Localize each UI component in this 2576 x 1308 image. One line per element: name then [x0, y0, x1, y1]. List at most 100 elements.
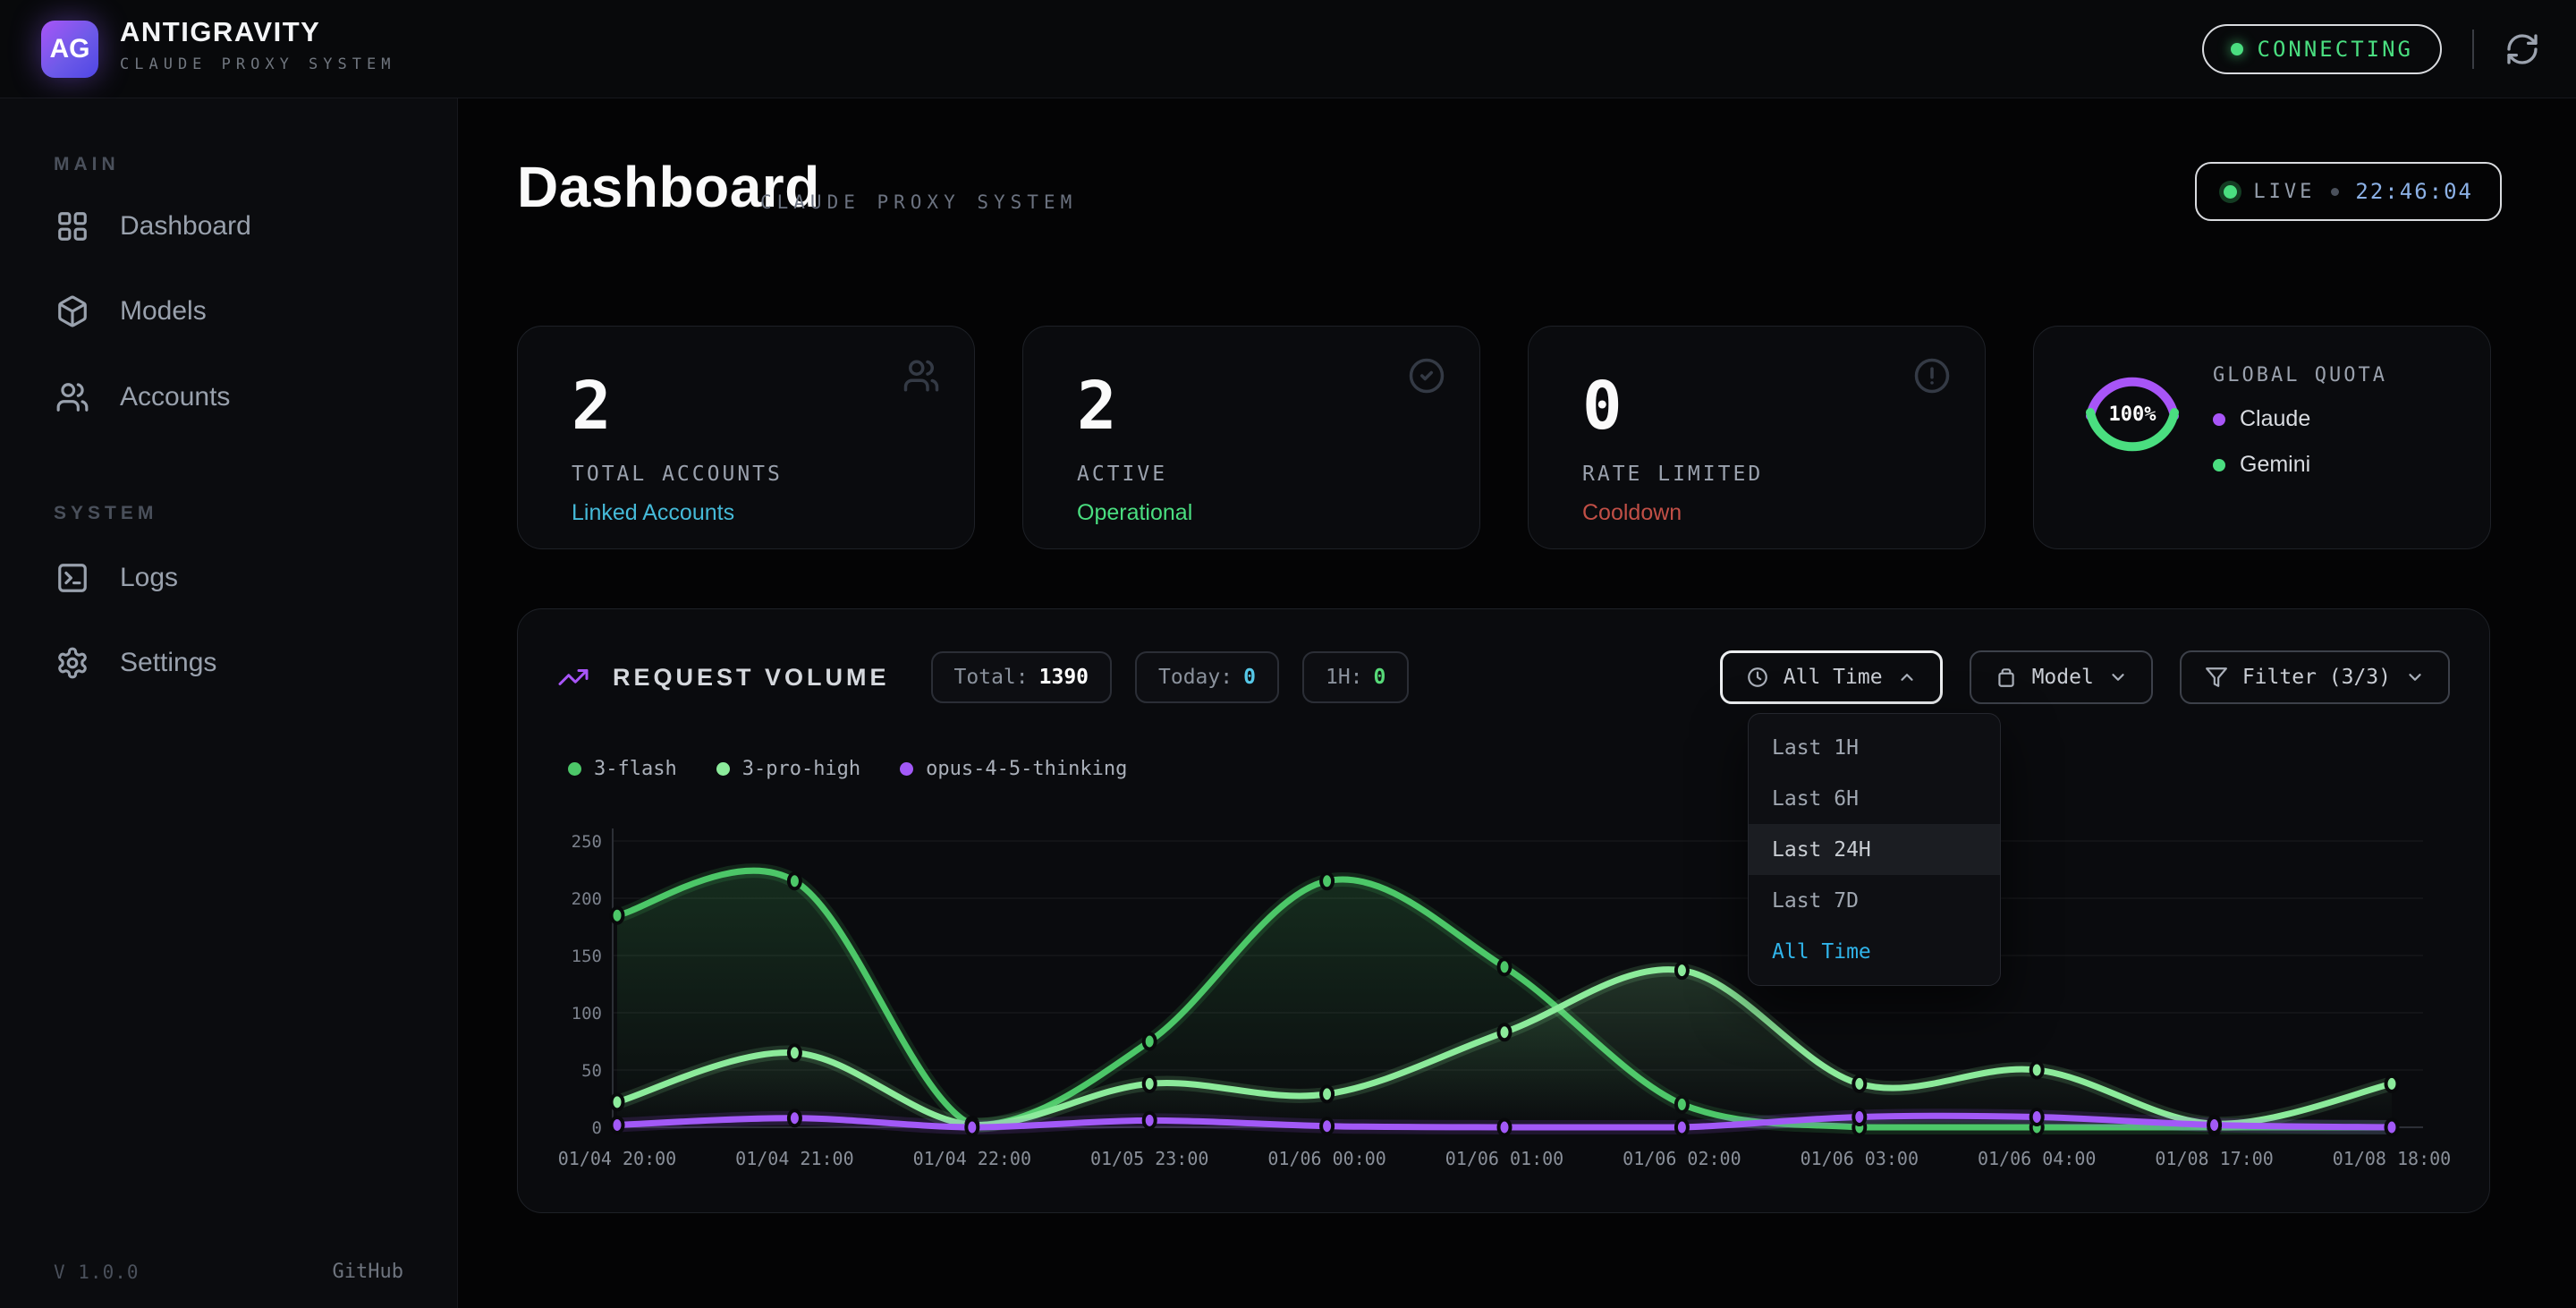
trending-up-icon	[557, 661, 589, 693]
dropdown-item-all-time[interactable]: All Time	[1749, 926, 2000, 977]
quota-donut: 100%	[2079, 361, 2186, 468]
header-divider	[2472, 30, 2474, 69]
live-label: LIVE	[2253, 181, 2315, 203]
time-range-button[interactable]: All Time	[1720, 650, 1943, 704]
svg-text:150: 150	[572, 947, 602, 966]
badge-label: Total:	[954, 666, 1029, 689]
sidebar-item-label: Accounts	[120, 382, 230, 412]
page-subtitle: CLAUDE PROXY SYSTEM	[760, 191, 1077, 213]
legend-item-3-flash[interactable]: 3-flash	[568, 758, 677, 780]
stat-card-total-accounts: 2 TOTAL ACCOUNTS Linked Accounts	[517, 326, 975, 549]
top-header: AG ANTIGRAVITY CLAUDE PROXY SYSTEM CONNE…	[0, 0, 2576, 98]
header-right: CONNECTING	[2202, 0, 2541, 98]
sidebar-section-main: MAIN	[54, 154, 120, 175]
app-window: AG ANTIGRAVITY CLAUDE PROXY SYSTEM CONNE…	[0, 0, 2576, 1308]
stat-label: ACTIVE	[1077, 463, 1167, 486]
stat-label: RATE LIMITED	[1582, 463, 1763, 486]
sidebar-item-label: Logs	[120, 563, 178, 593]
svg-text:01/06 00:00: 01/06 00:00	[1267, 1148, 1385, 1169]
connection-status-badge: CONNECTING	[2202, 24, 2443, 74]
sidebar-footer: V 1.0.0 GitHub	[54, 1261, 403, 1283]
model-filter-button[interactable]: Model	[1970, 650, 2153, 704]
terminal-icon	[55, 561, 89, 595]
stat-sublabel: Operational	[1077, 500, 1192, 526]
dropdown-item-last-6h[interactable]: Last 6H	[1749, 773, 2000, 824]
sidebar-item-models[interactable]: Models	[20, 278, 438, 344]
live-time: 22:46:04	[2355, 179, 2473, 204]
request-volume-panel: REQUEST VOLUME Total: 1390 Today: 0 1H: …	[517, 608, 2490, 1213]
panel-header: REQUEST VOLUME Total: 1390 Today: 0 1H: …	[557, 649, 2450, 706]
stat-sublabel: Linked Accounts	[572, 500, 734, 526]
sidebar-item-dashboard[interactable]: Dashboard	[20, 193, 438, 259]
series-dot-icon	[568, 762, 581, 776]
dropdown-item-last-1h[interactable]: Last 1H	[1749, 722, 2000, 773]
panel-header-right: All Time Model	[1720, 650, 2450, 704]
quota-percent: 100%	[2079, 361, 2186, 468]
svg-text:01/06 02:00: 01/06 02:00	[1623, 1148, 1741, 1169]
cube-icon	[55, 294, 89, 328]
app-title: ANTIGRAVITY	[120, 16, 395, 48]
refresh-icon	[2504, 31, 2540, 67]
stat-card-rate-limited: 0 RATE LIMITED Cooldown	[1528, 326, 1986, 549]
quota-legend-claude: Claude	[2213, 406, 2387, 432]
gemini-dot-icon	[2213, 459, 2225, 471]
sidebar-section-system: SYSTEM	[54, 503, 157, 524]
svg-text:01/04 22:00: 01/04 22:00	[913, 1148, 1031, 1169]
svg-text:01/08 18:00: 01/08 18:00	[2333, 1148, 2451, 1169]
svg-text:01/08 17:00: 01/08 17:00	[2155, 1148, 2273, 1169]
series-name: 3-pro-high	[742, 758, 860, 780]
sidebar-item-label: Dashboard	[120, 211, 251, 242]
request-volume-chart: 05010015020025001/04 20:0001/04 21:0001/…	[554, 808, 2470, 1193]
badge-value: 1390	[1039, 666, 1089, 689]
series-name: opus-4-5-thinking	[926, 758, 1127, 780]
sidebar-item-label: Settings	[120, 648, 216, 678]
chart-legend: 3-flash 3-pro-high opus-4-5-thinking	[568, 758, 1127, 780]
legend-item-opus[interactable]: opus-4-5-thinking	[900, 758, 1127, 780]
sidebar-item-settings[interactable]: Settings	[20, 630, 438, 696]
sidebar-item-accounts[interactable]: Accounts	[20, 364, 438, 430]
separator-dot-icon	[2331, 188, 2339, 196]
users-icon	[55, 380, 89, 414]
svg-text:01/06 03:00: 01/06 03:00	[1801, 1148, 1919, 1169]
svg-text:01/04 21:00: 01/04 21:00	[735, 1148, 853, 1169]
logo-text: AG	[50, 34, 90, 64]
live-status-badge: LIVE 22:46:04	[2195, 162, 2502, 221]
stat-value: 2	[572, 368, 612, 445]
github-link[interactable]: GitHub	[333, 1261, 403, 1283]
today-badge: Today: 0	[1135, 651, 1279, 703]
check-circle-icon	[1408, 357, 1445, 395]
badge-value: 0	[1243, 666, 1256, 689]
total-badge: Total: 1390	[931, 651, 1112, 703]
time-range-dropdown: Last 1H Last 6H Last 24H Last 7D All Tim…	[1748, 713, 2001, 986]
users-icon	[902, 357, 940, 395]
status-dot-icon	[2231, 43, 2243, 55]
svg-text:01/04 20:00: 01/04 20:00	[558, 1148, 676, 1169]
dropdown-item-last-7d[interactable]: Last 7D	[1749, 875, 2000, 926]
series-dot-icon	[900, 762, 913, 776]
gear-icon	[55, 646, 89, 680]
badge-label: Today:	[1158, 666, 1233, 689]
chevron-down-icon	[2405, 667, 2425, 687]
connection-status-text: CONNECTING	[2258, 37, 2414, 62]
legend-item-3-pro-high[interactable]: 3-pro-high	[716, 758, 860, 780]
stat-label: TOTAL ACCOUNTS	[572, 463, 783, 486]
version-text: V 1.0.0	[54, 1261, 140, 1283]
main-content: Dashboard CLAUDE PROXY SYSTEM LIVE 22:46…	[459, 98, 2576, 1308]
filter-button[interactable]: Filter (3/3)	[2180, 650, 2450, 704]
sidebar-item-label: Models	[120, 296, 207, 327]
quota-legend-label: Claude	[2240, 406, 2310, 432]
svg-text:0: 0	[592, 1118, 602, 1138]
sidebar-item-logs[interactable]: Logs	[20, 545, 438, 611]
brand-block: ANTIGRAVITY CLAUDE PROXY SYSTEM	[120, 16, 395, 73]
panel-header-left: REQUEST VOLUME Total: 1390 Today: 0 1H: …	[557, 651, 1409, 703]
app-logo: AG	[41, 21, 98, 78]
series-name: 3-flash	[594, 758, 677, 780]
quota-legend-label: Gemini	[2240, 452, 2310, 478]
dropdown-item-last-24h[interactable]: Last 24H	[1749, 824, 2000, 875]
app-subtitle: CLAUDE PROXY SYSTEM	[120, 55, 395, 73]
time-range-label: All Time	[1784, 666, 1883, 689]
svg-text:200: 200	[572, 889, 602, 909]
chevron-down-icon	[2108, 667, 2128, 687]
series-dot-icon	[716, 762, 730, 776]
refresh-button[interactable]	[2504, 31, 2540, 67]
